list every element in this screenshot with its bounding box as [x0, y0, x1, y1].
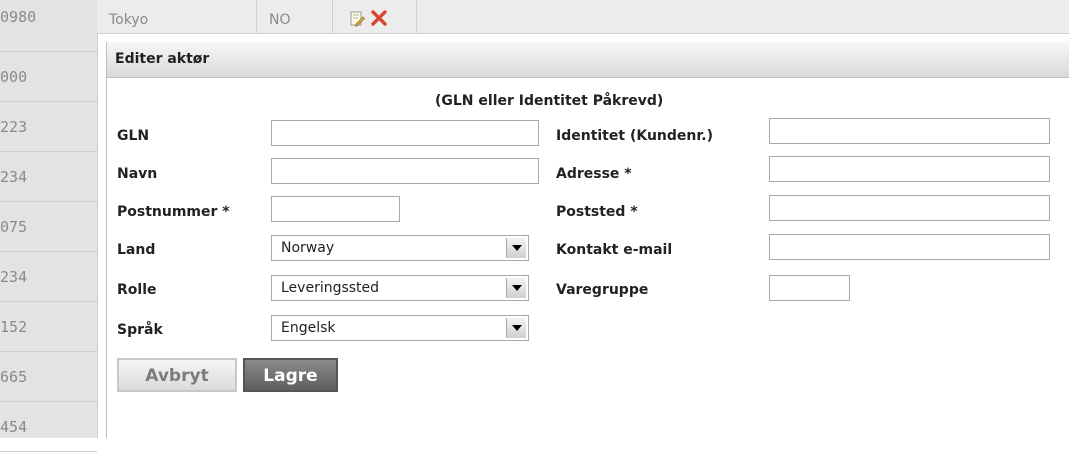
id-cell: 0454: [0, 402, 97, 452]
table-row: Tokyo NO: [97, 0, 1069, 34]
country-cell: NO: [257, 0, 333, 34]
poststed-label: Poststed *: [556, 204, 638, 220]
chevron-down-icon[interactable]: [506, 238, 526, 258]
required-note: (GLN eller Identitet Påkrevd): [435, 93, 664, 109]
poststed-input[interactable]: [769, 195, 1050, 221]
identitet-label: Identitet (Kundenr.): [556, 128, 713, 144]
varegruppe-input[interactable]: [769, 275, 850, 301]
navn-label: Navn: [117, 166, 158, 182]
land-select[interactable]: Norway: [271, 235, 529, 261]
rolle-select[interactable]: Leveringssted: [271, 275, 529, 301]
id-cell: 1223: [0, 102, 97, 152]
chevron-down-icon[interactable]: [506, 318, 526, 338]
rolle-label: Rolle: [117, 282, 157, 298]
id-cell: 0152: [0, 302, 97, 352]
id-cell: 0000: [0, 52, 97, 102]
postnummer-label: Postnummer *: [117, 204, 230, 220]
postnummer-input[interactable]: [271, 196, 400, 222]
cancel-button[interactable]: Avbryt: [117, 358, 237, 392]
delete-x-icon[interactable]: [370, 9, 388, 27]
id-cell: 0665: [0, 352, 97, 402]
id-cell: 10980: [0, 0, 97, 52]
land-select-value: Norway: [281, 240, 335, 256]
identitet-input[interactable]: [769, 118, 1050, 144]
edit-document-icon[interactable]: [349, 11, 365, 27]
id-column: 10980 0000 1223 1234 7075 0234 0152 0665…: [0, 0, 98, 452]
sprak-label: Språk: [117, 322, 163, 338]
id-cell: 7075: [0, 202, 97, 252]
sprak-select[interactable]: Engelsk: [271, 315, 529, 341]
adresse-input[interactable]: [769, 156, 1050, 182]
varegruppe-label: Varegruppe: [556, 282, 649, 298]
sprak-select-value: Engelsk: [281, 320, 336, 336]
navn-input[interactable]: [271, 158, 539, 184]
gln-label: GLN: [117, 128, 150, 144]
rolle-select-value: Leveringssted: [281, 280, 380, 296]
dialog-header: Editer aktør: [107, 42, 1069, 78]
adresse-label: Adresse *: [556, 166, 632, 182]
dialog-title: Editer aktør: [115, 51, 210, 67]
gln-input[interactable]: [271, 120, 539, 146]
save-button[interactable]: Lagre: [243, 358, 338, 392]
city-cell: Tokyo: [97, 0, 257, 34]
id-cell: 1234: [0, 152, 97, 202]
edit-actor-dialog: Editer aktør (GLN eller Identitet Påkrev…: [106, 42, 1069, 438]
kontakt-email-input[interactable]: [769, 234, 1050, 260]
chevron-down-icon[interactable]: [506, 278, 526, 298]
land-label: Land: [117, 242, 156, 258]
kontakt-label: Kontakt e-mail: [556, 242, 673, 258]
id-cell: 0234: [0, 252, 97, 302]
